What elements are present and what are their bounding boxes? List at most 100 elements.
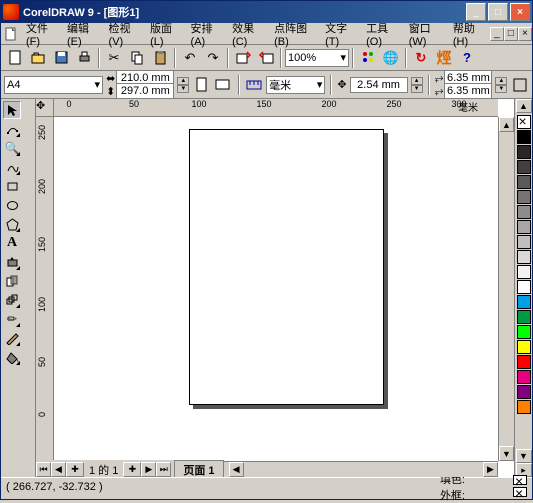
fill-indicator[interactable]: [513, 475, 527, 485]
new-button[interactable]: [4, 47, 26, 69]
app-launcher-button[interactable]: [357, 47, 379, 69]
no-fill-swatch[interactable]: [517, 115, 531, 129]
nudge-input[interactable]: [350, 77, 408, 93]
scroll-up-button[interactable]: ▲: [499, 117, 514, 132]
color-swatch[interactable]: [517, 280, 531, 294]
interactive-blend-tool[interactable]: [3, 291, 21, 309]
palette-scroll-down[interactable]: ▼: [516, 449, 532, 463]
ruler-origin[interactable]: ✥: [36, 99, 54, 117]
menu-tools[interactable]: 工具(O): [361, 18, 404, 50]
color-swatch[interactable]: [517, 190, 531, 204]
copy-button[interactable]: [126, 47, 148, 69]
doc-close-button[interactable]: ×: [518, 27, 532, 41]
dup-y-input[interactable]: [444, 83, 492, 99]
paper-size-select[interactable]: A4▾: [4, 76, 103, 94]
spin-down[interactable]: ▼: [177, 85, 189, 93]
last-page-button[interactable]: ⏭: [156, 462, 171, 477]
color-swatch[interactable]: [517, 130, 531, 144]
page-height-input[interactable]: [116, 83, 174, 99]
color-swatch[interactable]: [517, 250, 531, 264]
undo-button[interactable]: ↶: [179, 47, 201, 69]
unit-select[interactable]: 毫米▾: [266, 76, 325, 94]
color-swatch[interactable]: [517, 205, 531, 219]
close-button[interactable]: ×: [510, 3, 530, 21]
workspace[interactable]: [54, 117, 498, 461]
portrait-button[interactable]: [192, 74, 211, 96]
spin-down[interactable]: ▼: [411, 85, 423, 93]
next-page-button[interactable]: ▶: [141, 462, 156, 477]
color-swatch[interactable]: [517, 325, 531, 339]
landscape-button[interactable]: [214, 74, 233, 96]
first-page-button[interactable]: ⏮: [36, 462, 51, 477]
zoom-select[interactable]: 100%▾: [285, 49, 349, 67]
spin-up[interactable]: ▲: [177, 77, 189, 85]
scroll-left-button[interactable]: ◀: [229, 462, 244, 477]
snap-options-button[interactable]: [510, 74, 529, 96]
doc-minimize-button[interactable]: _: [490, 27, 504, 41]
color-swatch[interactable]: [517, 400, 531, 414]
add-page-after-button[interactable]: ✚: [123, 462, 141, 477]
menu-text[interactable]: 文字(T): [320, 18, 361, 50]
interactive-fill-tool[interactable]: [3, 253, 21, 271]
menu-window[interactable]: 窗口(W): [404, 18, 448, 50]
scroll-down-button[interactable]: ▼: [499, 446, 514, 461]
print-button[interactable]: [73, 47, 95, 69]
color-swatch[interactable]: [517, 175, 531, 189]
fill-tool[interactable]: [3, 348, 21, 366]
eyedropper-tool[interactable]: ✏: [3, 310, 21, 328]
color-swatch[interactable]: [517, 145, 531, 159]
menu-edit[interactable]: 编辑(E): [62, 18, 104, 50]
menu-help[interactable]: 帮助(H): [448, 18, 490, 50]
color-swatch[interactable]: [517, 340, 531, 354]
whats-this-button[interactable]: ?: [456, 47, 478, 69]
interactive-transparency-tool[interactable]: [3, 272, 21, 290]
prev-page-button[interactable]: ◀: [51, 462, 66, 477]
export-button[interactable]: [255, 47, 277, 69]
import-button[interactable]: [232, 47, 254, 69]
color-swatch[interactable]: [517, 310, 531, 324]
color-swatch[interactable]: [517, 295, 531, 309]
redo-button[interactable]: ↷: [202, 47, 224, 69]
page-tab[interactable]: 页面 1: [174, 460, 223, 478]
pick-tool[interactable]: [3, 101, 21, 119]
outline-indicator[interactable]: [513, 487, 527, 497]
scroll-right-button[interactable]: ▶: [483, 462, 498, 477]
menu-effects[interactable]: 效果(C): [227, 18, 269, 50]
color-swatch[interactable]: [517, 385, 531, 399]
doc-maximize-button[interactable]: □: [504, 27, 518, 41]
wizard-button[interactable]: 烴: [433, 47, 455, 69]
menu-arrange[interactable]: 安排(A): [186, 18, 228, 50]
corel-online-button[interactable]: 🌐: [380, 47, 402, 69]
open-button[interactable]: [27, 47, 49, 69]
save-button[interactable]: [50, 47, 72, 69]
polygon-tool[interactable]: [3, 215, 21, 233]
zoom-tool[interactable]: 🔍: [3, 139, 21, 157]
color-swatch[interactable]: [517, 235, 531, 249]
color-swatch[interactable]: [517, 355, 531, 369]
spin-up[interactable]: ▲: [495, 77, 507, 85]
ruler-horizontal[interactable]: 0 50 100 150 200 250 300 毫米: [54, 99, 498, 117]
scrollbar-vertical[interactable]: ▲ ▼: [498, 117, 514, 461]
color-swatch[interactable]: [517, 160, 531, 174]
refresh-button[interactable]: ↻: [410, 47, 432, 69]
maximize-button[interactable]: □: [488, 3, 508, 21]
color-swatch[interactable]: [517, 220, 531, 234]
spin-down[interactable]: ▼: [495, 85, 507, 93]
color-swatch[interactable]: [517, 265, 531, 279]
spin-up[interactable]: ▲: [411, 77, 423, 85]
menu-bitmap[interactable]: 点阵图(B): [269, 18, 320, 50]
menu-view[interactable]: 检视(V): [104, 18, 146, 50]
add-page-button[interactable]: ✚: [66, 462, 84, 477]
ellipse-tool[interactable]: [3, 196, 21, 214]
outline-tool[interactable]: [3, 329, 21, 347]
shape-tool[interactable]: [3, 120, 21, 138]
menu-file[interactable]: 文件(F): [21, 18, 62, 50]
ruler-vertical[interactable]: 0 50 100 150 200 250: [36, 117, 54, 461]
cut-button[interactable]: ✂: [103, 47, 125, 69]
menu-layout[interactable]: 版面(L): [145, 18, 185, 50]
palette-scroll-up[interactable]: ▲: [516, 99, 532, 113]
freehand-tool[interactable]: [3, 158, 21, 176]
text-tool[interactable]: A: [3, 234, 21, 252]
page[interactable]: [189, 129, 384, 405]
paste-button[interactable]: [149, 47, 171, 69]
